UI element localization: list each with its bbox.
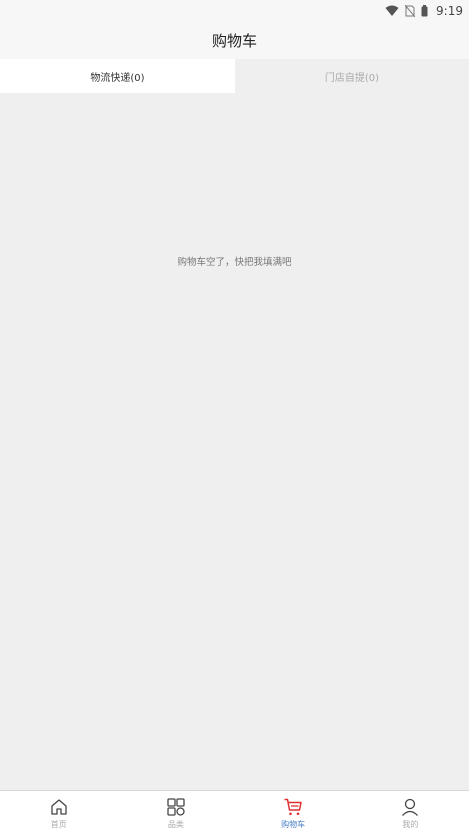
cart-icon — [284, 798, 302, 816]
status-bar: 9:19 — [0, 0, 469, 22]
nav-label: 购物车 — [281, 820, 306, 829]
tab-store-pickup[interactable]: 门店自提(0) — [235, 59, 469, 93]
home-icon — [50, 799, 67, 815]
delivery-tabs: 物流快递(0) 门店自提(0) — [0, 59, 469, 93]
no-sim-icon — [405, 5, 416, 17]
page-title: 购物车 — [211, 32, 257, 50]
tab-label: 门店自提(0) — [324, 72, 380, 84]
app-header: 购物车 — [0, 22, 469, 59]
tab-label: 物流快递(0) — [90, 72, 145, 84]
category-grid-icon — [167, 798, 185, 816]
nav-item-profile[interactable]: 我的 — [352, 791, 469, 835]
nav-label: 品类 — [167, 820, 184, 829]
nav-item-category[interactable]: 品类 — [117, 791, 234, 835]
status-time: 9:19 — [436, 4, 463, 18]
tab-express-delivery[interactable]: 物流快递(0) — [0, 59, 235, 93]
wifi-icon — [385, 5, 399, 16]
nav-label: 我的 — [402, 820, 419, 829]
cart-screen: 9:19 购物车 物流快递(0) 门店自提(0) 购物车空了，快把我填满吧 首页 — [0, 0, 469, 835]
nav-item-cart[interactable]: 购物车 — [235, 791, 352, 835]
nav-label: 首页 — [50, 820, 67, 829]
user-icon — [402, 798, 419, 816]
empty-cart-message: 购物车空了，快把我填满吧 — [177, 257, 292, 268]
battery-icon — [421, 5, 428, 17]
bottom-nav: 首页 品类 购物车 我的 — [0, 790, 469, 835]
nav-item-home[interactable]: 首页 — [0, 791, 117, 835]
